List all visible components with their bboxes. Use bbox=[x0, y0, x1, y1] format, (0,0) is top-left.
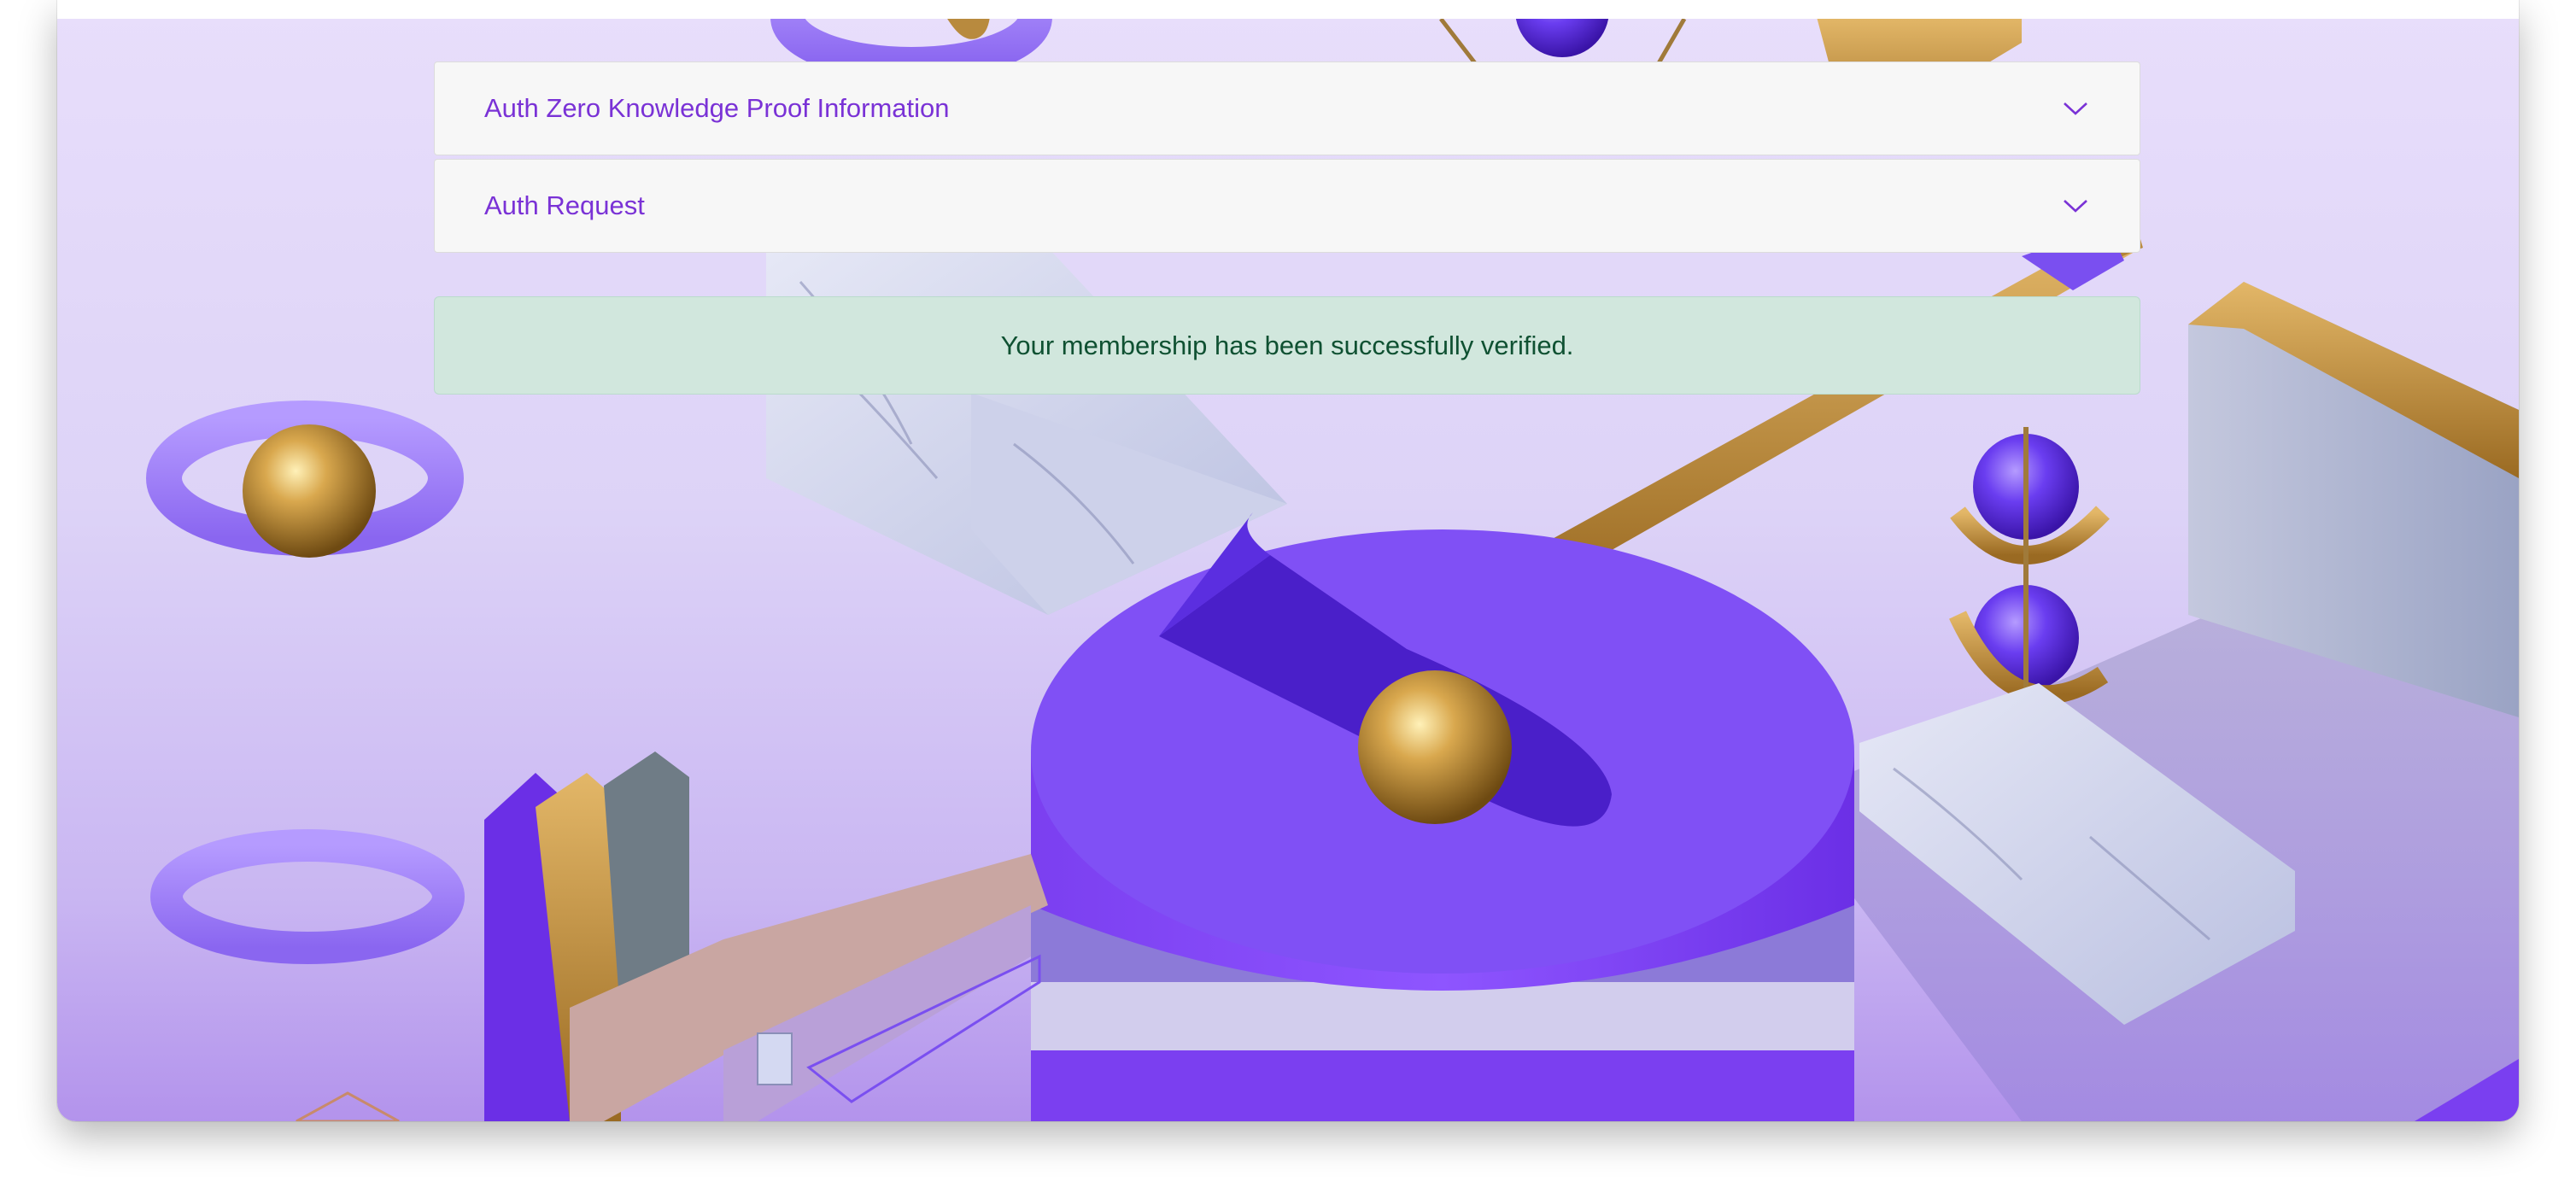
browser-window: Auth Zero Knowledge Proof Information Au… bbox=[57, 0, 2519, 1121]
chevron-down-icon bbox=[2064, 200, 2087, 213]
chevron-down-icon bbox=[2064, 102, 2087, 115]
accordion-auth-request-label: Auth Request bbox=[484, 190, 645, 220]
accordion-zkp-info-label: Auth Zero Knowledge Proof Information bbox=[484, 93, 950, 123]
alert-message: Your membership has been successfully ve… bbox=[1000, 330, 1574, 360]
accordion-zkp-info[interactable]: Auth Zero Knowledge Proof Information bbox=[434, 61, 2140, 155]
accordion-auth-request[interactable]: Auth Request bbox=[434, 159, 2140, 253]
verification-success-alert: Your membership has been successfully ve… bbox=[434, 296, 2140, 395]
window-top-bar bbox=[57, 0, 2519, 19]
